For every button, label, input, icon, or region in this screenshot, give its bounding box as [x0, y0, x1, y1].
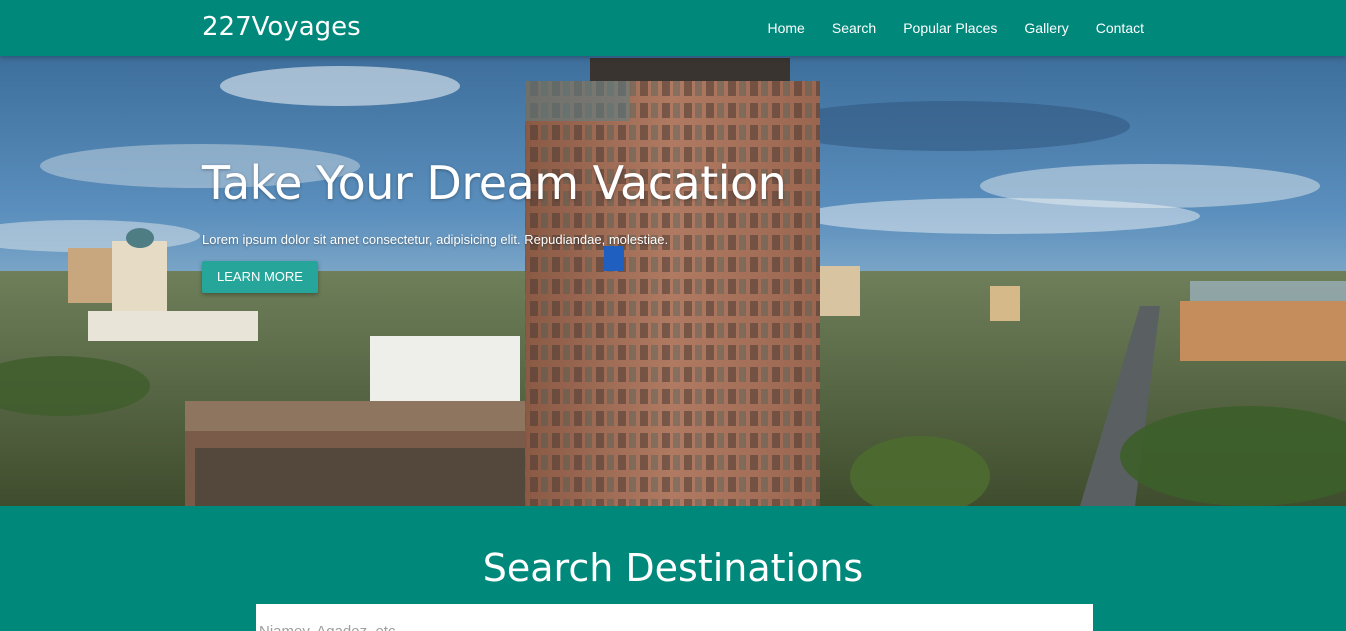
brand-logo[interactable]: 227Voyages — [202, 12, 361, 42]
search-section: Search Destinations — [0, 506, 1346, 631]
hero-content: Take Your Dream Vacation Lorem ipsum dol… — [202, 156, 787, 293]
nav-link-search[interactable]: Search — [832, 20, 876, 36]
nav-link-home[interactable]: Home — [768, 20, 805, 36]
hero-section: Take Your Dream Vacation Lorem ipsum dol… — [0, 56, 1346, 506]
nav-link-gallery[interactable]: Gallery — [1024, 20, 1068, 36]
search-input[interactable] — [256, 604, 1093, 631]
nav-link-contact[interactable]: Contact — [1096, 20, 1144, 36]
hero-text: Lorem ipsum dolor sit amet consectetur, … — [202, 232, 669, 247]
search-title: Search Destinations — [482, 546, 864, 590]
nav-link-popular-places[interactable]: Popular Places — [903, 20, 997, 36]
hero-title: Take Your Dream Vacation — [202, 156, 787, 210]
navbar: 227Voyages Home Search Popular Places Ga… — [0, 0, 1346, 56]
nav-links: Home Search Popular Places Gallery Conta… — [768, 0, 1145, 56]
learn-more-button[interactable]: LEARN MORE — [202, 261, 318, 293]
